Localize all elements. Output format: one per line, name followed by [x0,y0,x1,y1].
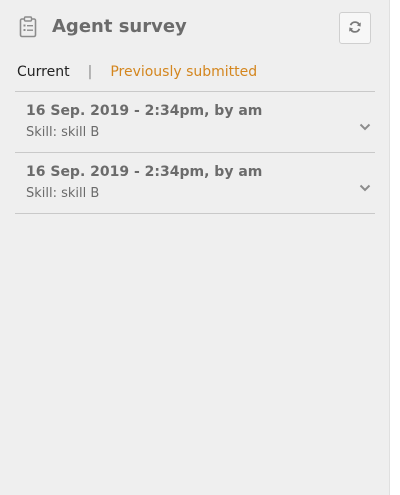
panel-title: Agent survey [52,16,187,37]
chevron-down-icon[interactable] [359,177,371,192]
tab-current[interactable]: Current [17,64,70,80]
survey-item-title: 16 Sep. 2019 - 2:34pm, by am [26,103,263,119]
chevron-down-icon[interactable] [359,116,371,131]
tab-separator: | [87,64,93,80]
survey-list-item[interactable]: 16 Sep. 2019 - 2:34pm, by am Skill: skil… [15,92,375,153]
survey-item-skill: Skill: skill B [26,186,100,201]
clipboard-icon [19,16,37,38]
survey-tabs: Current | Previously submitted [17,64,257,80]
survey-item-title: 16 Sep. 2019 - 2:34pm, by am [26,164,263,180]
survey-item-skill: Skill: skill B [26,125,100,140]
refresh-button[interactable] [339,12,371,44]
refresh-icon [348,19,362,38]
agent-survey-panel: Agent survey Current | Previously submit… [0,0,390,495]
panel-header: Agent survey [0,0,390,56]
survey-list-item[interactable]: 16 Sep. 2019 - 2:34pm, by am Skill: skil… [15,153,375,214]
survey-list: 16 Sep. 2019 - 2:34pm, by am Skill: skil… [15,92,375,214]
tab-previously-submitted[interactable]: Previously submitted [110,64,257,80]
